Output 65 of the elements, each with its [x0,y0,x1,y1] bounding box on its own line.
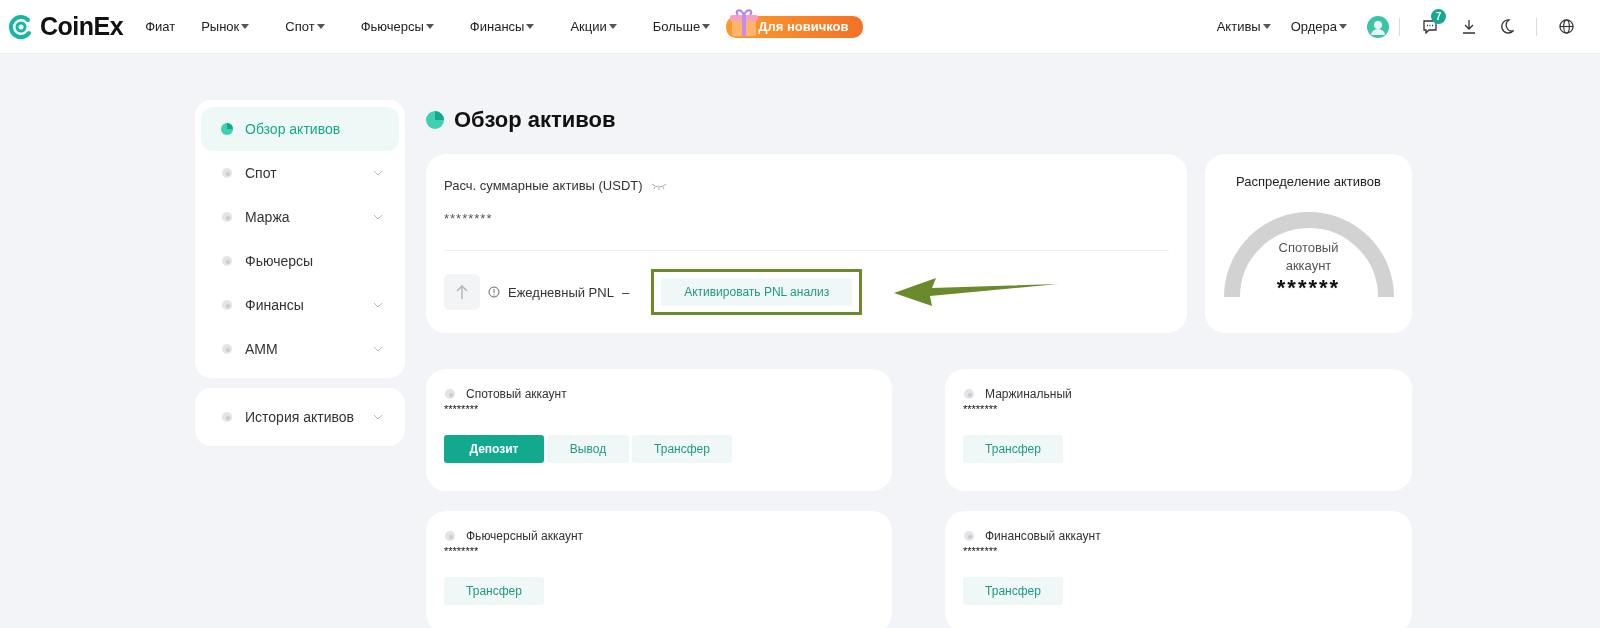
page-title: Обзор активов [454,107,616,133]
account-name: Маржинальный [985,387,1072,401]
caret-icon [608,24,617,29]
message-icon[interactable] [1422,19,1438,34]
category-icon [221,167,233,179]
logo-text: CoinEx [40,12,124,41]
daily-pnl-label: Ежедневный PNL [508,284,614,300]
category-icon [221,411,233,423]
account-balance: ******** [963,545,999,557]
caret-icon [526,24,535,29]
account-name: Фьючерсный аккаунт [466,529,584,543]
nav-menu-item[interactable]: Ордера [1290,19,1347,34]
nav-menu-item[interactable]: Финансы [469,19,535,34]
account-name: Спотовый аккаунт [466,387,567,401]
sidebar-item[interactable]: История активов [201,395,399,439]
nav-menu-item[interactable]: Больше [652,19,711,34]
pie-chart-icon [426,111,444,129]
chevron-down-icon [373,414,383,420]
category-icon [221,255,233,267]
nav-menu-item[interactable]: Рынок [201,19,250,34]
caret-icon [702,24,711,29]
info-icon [488,286,500,298]
category-icon [221,343,233,355]
nav-menu-item[interactable]: Активы [1216,19,1271,34]
total-assets-label: Расч. суммарные активы (USDT) [444,178,643,193]
arrow-up-icon [455,284,469,300]
sidebar-item[interactable]: Фьючерсы [201,239,399,283]
total-assets-value: ******** [444,211,494,226]
download-icon[interactable] [1462,19,1476,34]
logo-icon [8,13,34,40]
category-icon [444,388,456,400]
caret-icon [1339,24,1347,29]
caret-icon [316,24,325,29]
pie-chart-icon [221,123,233,135]
sidebar-item[interactable]: Маржа [201,195,399,239]
chevron-down-icon [373,346,383,352]
sidebar-item[interactable]: Финансы [201,283,399,327]
distribution-title: Распределение активов [1236,174,1381,189]
nav-menu-item[interactable]: Акции [570,19,617,34]
category-icon [221,299,233,311]
nav-menu-item[interactable]: Спот [285,19,325,34]
category-icon [963,530,975,542]
account-balance: ******** [444,403,480,415]
category-icon [444,530,456,542]
account-balance: ******** [963,403,999,415]
chevron-down-icon [373,170,383,176]
sidebar-item[interactable]: Спот [201,151,399,195]
nav-menu-item[interactable]: Фиат [145,19,176,34]
nav-menu-item[interactable]: Фьючерсы [360,19,434,34]
account-name: Финансовый аккаунт [985,529,1101,543]
category-icon [963,388,975,400]
moon-icon[interactable] [1500,19,1514,34]
caret-icon [1262,24,1271,29]
globe-icon[interactable] [1559,19,1574,34]
chevron-down-icon [373,214,383,220]
gauge-label: Спотовый аккаунт [1277,239,1340,275]
category-icon [221,211,233,223]
sidebar-item[interactable]: AMM [201,327,399,371]
account-balance: ******** [444,545,480,557]
caret-icon [425,24,434,29]
daily-pnl-value: – [621,284,630,300]
chevron-down-icon [373,302,383,308]
notification-badge: 7 [1431,9,1446,24]
caret-icon [241,24,250,29]
gauge-value: ****** [1276,279,1341,297]
